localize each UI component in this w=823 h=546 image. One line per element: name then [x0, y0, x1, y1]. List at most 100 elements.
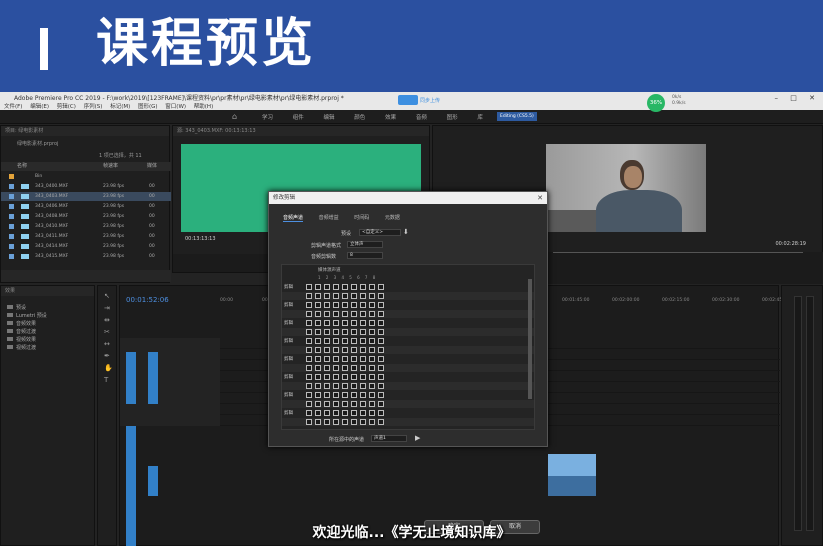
channel-checkbox[interactable]	[360, 338, 366, 344]
home-icon[interactable]: ⌂	[232, 112, 237, 121]
channel-checkbox[interactable]	[351, 401, 357, 407]
channel-checkbox[interactable]	[324, 347, 330, 353]
channel-checkbox[interactable]	[306, 311, 312, 317]
channel-checkbox[interactable]	[360, 392, 366, 398]
channel-checkbox[interactable]	[351, 338, 357, 344]
clip-row[interactable]: 343_0411.MXF 23.98 fps 00	[1, 232, 171, 241]
channel-checkbox[interactable]	[315, 320, 321, 326]
effects-item[interactable]: Lumetri 预设	[7, 312, 47, 319]
count-input[interactable]: 8	[347, 252, 383, 259]
channel-checkbox[interactable]	[378, 338, 384, 344]
track-target-v[interactable]	[126, 352, 136, 404]
track-header[interactable]	[120, 404, 220, 415]
grid-scrollbar[interactable]	[528, 279, 532, 399]
type-tool-icon[interactable]: T	[104, 376, 112, 384]
channel-checkbox[interactable]	[333, 311, 339, 317]
channel-checkbox[interactable]	[369, 410, 375, 416]
track-select-tool-icon[interactable]: ⇥	[104, 304, 112, 312]
ws-color[interactable]: 颜色	[354, 115, 365, 121]
channel-checkbox[interactable]	[333, 284, 339, 290]
channel-checkbox[interactable]	[351, 356, 357, 362]
program-timecode[interactable]: 00:02:28:19	[775, 241, 806, 247]
channel-checkbox[interactable]	[315, 401, 321, 407]
channel-checkbox[interactable]	[351, 419, 357, 425]
channel-checkbox[interactable]	[324, 392, 330, 398]
channel-checkbox[interactable]	[315, 383, 321, 389]
clip-row[interactable]: 343_0400.MXF 23.98 fps 00	[1, 182, 171, 191]
channel-checkbox[interactable]	[378, 329, 384, 335]
clip-row[interactable]: 343_0406.MXF 23.98 fps 00	[1, 202, 171, 211]
channel-checkbox[interactable]	[306, 356, 312, 362]
channel-checkbox[interactable]	[360, 347, 366, 353]
upload-label[interactable]: 同步上传	[420, 97, 440, 104]
channel-checkbox[interactable]	[369, 329, 375, 335]
channel-checkbox[interactable]	[306, 365, 312, 371]
channel-checkbox[interactable]	[324, 302, 330, 308]
channel-checkbox[interactable]	[333, 320, 339, 326]
tab-timecode[interactable]: 时间码	[354, 215, 369, 221]
channel-checkbox[interactable]	[378, 410, 384, 416]
channel-checkbox[interactable]	[351, 302, 357, 308]
ws-graphics[interactable]: 图形	[447, 115, 458, 121]
channel-checkbox[interactable]	[315, 365, 321, 371]
ws-assembly[interactable]: 组件	[293, 115, 304, 121]
save-preset-icon[interactable]: ⬇	[403, 228, 409, 236]
channel-checkbox[interactable]	[315, 311, 321, 317]
effects-item[interactable]: 音频过渡	[7, 328, 36, 335]
effects-header[interactable]: 效果	[1, 286, 94, 296]
channel-checkbox[interactable]	[315, 284, 321, 290]
channel-checkbox[interactable]	[369, 320, 375, 326]
channel-checkbox[interactable]	[306, 410, 312, 416]
ws-editing[interactable]: 编辑	[324, 115, 335, 121]
clip-row[interactable]: 343_0410.MXF 23.98 fps 00	[1, 222, 171, 231]
channel-checkbox[interactable]	[333, 401, 339, 407]
channel-checkbox[interactable]	[360, 284, 366, 290]
channel-checkbox[interactable]	[333, 293, 339, 299]
source-header[interactable]: 源: 343_0403.MXF: 00:13:13:13	[173, 126, 429, 136]
col-fps[interactable]: 帧速率	[103, 162, 118, 171]
cloud-upload-icon[interactable]	[398, 95, 418, 105]
slip-tool-icon[interactable]: ↔	[104, 340, 112, 348]
channel-checkbox[interactable]	[333, 329, 339, 335]
channel-checkbox[interactable]	[324, 365, 330, 371]
channel-checkbox[interactable]	[351, 374, 357, 380]
clip-row[interactable]: 343_0414.MXF 23.98 fps 00	[1, 242, 171, 251]
maximize-button[interactable]: □	[790, 94, 797, 102]
channel-checkbox[interactable]	[369, 365, 375, 371]
tab-audio-channels[interactable]: 音频声道	[283, 215, 304, 222]
timeline-audio-clip[interactable]	[548, 476, 596, 496]
channel-checkbox[interactable]	[342, 311, 348, 317]
channel-checkbox[interactable]	[369, 356, 375, 362]
channel-checkbox[interactable]	[315, 338, 321, 344]
channel-checkbox[interactable]	[378, 401, 384, 407]
clip-row[interactable]: 343_0408.MXF 23.98 fps 00	[1, 212, 171, 221]
channel-checkbox[interactable]	[333, 302, 339, 308]
channel-checkbox[interactable]	[315, 356, 321, 362]
channel-checkbox[interactable]	[360, 302, 366, 308]
channel-checkbox[interactable]	[333, 356, 339, 362]
channel-checkbox[interactable]	[306, 302, 312, 308]
channel-checkbox[interactable]	[324, 383, 330, 389]
channel-checkbox[interactable]	[360, 311, 366, 317]
channel-checkbox[interactable]	[324, 311, 330, 317]
channel-checkbox[interactable]	[315, 419, 321, 425]
channel-checkbox[interactable]	[342, 392, 348, 398]
channel-checkbox[interactable]	[306, 284, 312, 290]
speed-badge[interactable]: 36%	[647, 94, 665, 112]
ws-library[interactable]: 库	[477, 115, 483, 121]
channel-checkbox[interactable]	[342, 302, 348, 308]
channel-checkbox[interactable]	[306, 329, 312, 335]
channel-checkbox[interactable]	[342, 401, 348, 407]
channel-checkbox[interactable]	[360, 356, 366, 362]
channel-checkbox[interactable]	[360, 374, 366, 380]
channel-checkbox[interactable]	[342, 365, 348, 371]
play-icon[interactable]: ▶	[415, 434, 420, 442]
channel-checkbox[interactable]	[324, 338, 330, 344]
channel-checkbox[interactable]	[333, 383, 339, 389]
channel-checkbox[interactable]	[351, 347, 357, 353]
channel-checkbox[interactable]	[351, 320, 357, 326]
channel-checkbox[interactable]	[378, 374, 384, 380]
channel-checkbox[interactable]	[369, 401, 375, 407]
channel-checkbox[interactable]	[306, 374, 312, 380]
channel-checkbox[interactable]	[378, 284, 384, 290]
